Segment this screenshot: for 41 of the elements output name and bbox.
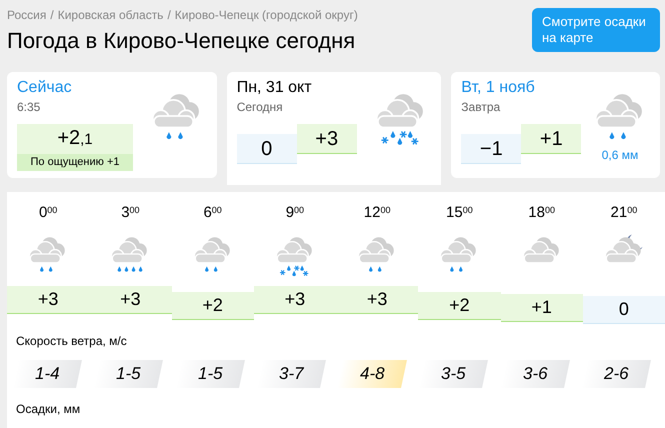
map-button[interactable]: Смотрите осадки на карте	[532, 8, 660, 52]
now-link[interactable]: Сейчас	[17, 78, 133, 98]
day-subtitle: Завтра	[461, 99, 502, 116]
wind-speed: 4-8	[337, 360, 407, 388]
day-card[interactable]: Вт, 1 нояб Завтра −1 +1 0,6 мм	[451, 72, 660, 178]
current-temperature: +2,1	[57, 126, 93, 151]
hour-temperature: +3	[38, 288, 58, 311]
high-temperature: +1	[521, 124, 582, 154]
day-title: Вт, 1 нояб	[461, 78, 536, 98]
breadcrumb-separator: /	[50, 7, 54, 24]
hour-label: 18$^{00}$	[528, 204, 555, 222]
low-temperature: 0	[236, 134, 297, 164]
breadcrumb-link[interactable]: Кирово-Чепецк (городской округ)	[174, 6, 358, 24]
hour-label: 9$^{00}$	[286, 204, 304, 222]
high-temperature: +3	[296, 124, 357, 154]
page-title: Погода в Кирово-Чепецке сегодня	[7, 28, 356, 54]
wind-label: Скорость ветра, м/с	[16, 333, 128, 350]
day-card[interactable]: Пн, 31 окт Сегодня 0 +3	[226, 72, 442, 185]
hour-label: 15$^{00}$	[446, 204, 473, 222]
hour-temperature: +3	[366, 288, 388, 311]
day-title: Пн, 31 окт	[236, 78, 313, 98]
breadcrumb-separator: /	[167, 7, 171, 24]
breadcrumb-link[interactable]: Кировская область	[58, 6, 164, 24]
hour-label: 12$^{00}$	[364, 204, 390, 222]
precipitation-amount: 0,6 мм	[602, 147, 638, 164]
hour-label: 0$^{00}$	[38, 204, 58, 222]
hour-label: 21$^{00}$	[610, 204, 638, 222]
time: 6:35	[17, 99, 42, 116]
hour-label: 6$^{00}$	[203, 204, 222, 222]
hour-label: 3$^{00}$	[121, 204, 140, 222]
hour-temperature: +2	[449, 294, 470, 317]
feels-like: По ощущению +1	[17, 154, 133, 171]
precipitation-label: Осадки, мм	[16, 401, 82, 418]
low-temperature: −1	[461, 134, 522, 164]
day-subtitle: Сегодня	[236, 99, 284, 116]
hour-temperature: +3	[284, 288, 306, 311]
breadcrumb-link[interactable]: Россия	[7, 6, 46, 24]
hour-temperature: +2	[202, 294, 223, 317]
hour-temperature: +3	[120, 288, 141, 311]
hour-temperature: +1	[531, 296, 552, 319]
hour-temperature: 0	[618, 298, 629, 321]
